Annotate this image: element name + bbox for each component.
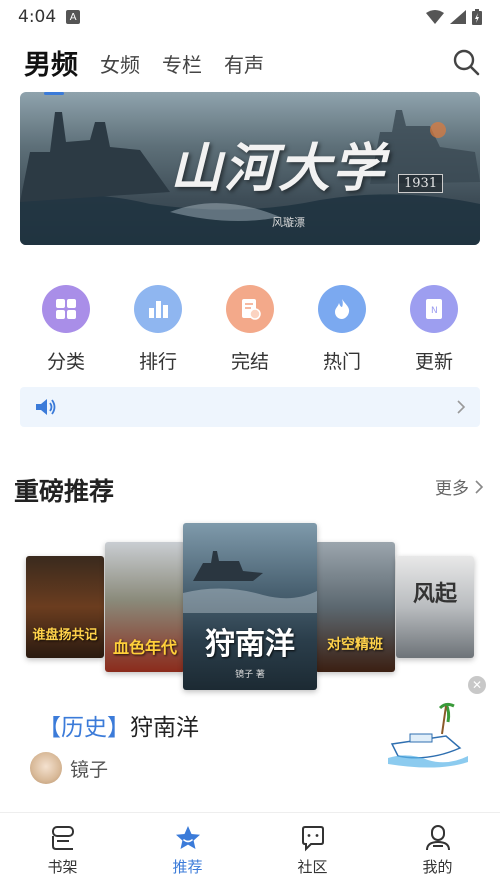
status-time: 4:04 <box>18 7 57 27</box>
book-cover[interactable]: 谁盘扬共记 <box>26 556 104 658</box>
nav-recommend[interactable]: 推荐 <box>125 813 250 888</box>
book-cover[interactable]: 风起 <box>396 556 474 658</box>
category-finished[interactable]: 完结 <box>204 285 296 374</box>
book-carousel: 谁盘扬共记 血色年代 狩南洋 镜子 著 对空精班 风起 <box>0 520 500 695</box>
cover-title: 狩南洋 <box>205 627 295 662</box>
book-cover[interactable]: 狩南洋 镜子 著 <box>183 523 317 690</box>
category-label: 完结 <box>230 351 269 373</box>
featured-book-title[interactable]: 【历史】狩南洋 <box>38 708 199 742</box>
avatar <box>30 752 62 784</box>
grid-icon <box>42 285 90 333</box>
more-label: 更多 <box>435 479 469 499</box>
promo-banner[interactable]: 山河大学 1931 风璇漂 <box>20 92 480 245</box>
category-row: 分类 排行 完结 热门 N 更新 <box>20 285 480 374</box>
tab-audio[interactable]: 有声 <box>224 49 264 84</box>
category-classify[interactable]: 分类 <box>20 285 112 374</box>
bookshelf-icon <box>51 826 74 850</box>
nav-label: 我的 <box>422 858 453 876</box>
status-bar: 4:04 A <box>0 0 500 34</box>
book-cover[interactable]: 对空精班 <box>315 542 395 672</box>
bar-chart-icon <box>134 285 182 333</box>
nav-label: 书架 <box>47 858 78 876</box>
tab-female[interactable]: 女频 <box>100 49 140 84</box>
featured-title-text: 狩南洋 <box>130 715 199 741</box>
section-title: 重磅推荐 <box>14 477 115 506</box>
nav-community[interactable]: 社区 <box>250 813 375 888</box>
star-icon <box>175 826 200 849</box>
category-label: 排行 <box>138 351 177 373</box>
nav-bookshelf[interactable]: 书架 <box>0 813 125 888</box>
cover-title: 血色年代 <box>112 638 177 657</box>
close-icon[interactable]: ✕ <box>468 676 486 694</box>
more-link[interactable]: 更多 <box>435 474 484 499</box>
genre-tag: 【历史】 <box>38 715 130 741</box>
notice-bar[interactable] <box>20 387 480 427</box>
nav-label: 推荐 <box>172 858 203 876</box>
svg-text:N: N <box>431 306 438 316</box>
tab-male[interactable]: 男频 <box>24 43 78 84</box>
signal-icon <box>450 10 466 24</box>
category-label: 分类 <box>46 351 85 373</box>
battery-icon <box>472 9 482 25</box>
banner-title: 山河大学 <box>170 138 387 199</box>
banner-year: 1931 <box>398 174 444 193</box>
person-icon <box>425 825 450 851</box>
nav-mine[interactable]: 我的 <box>375 813 500 888</box>
cover-title: 风起 <box>412 581 457 607</box>
chevron-right-icon <box>457 400 466 414</box>
category-update[interactable]: N 更新 <box>388 285 480 374</box>
document-check-icon <box>226 285 274 333</box>
category-label: 热门 <box>322 351 361 373</box>
banner-author: 风璇漂 <box>272 216 305 229</box>
book-cover[interactable]: 血色年代 <box>105 542 185 672</box>
cover-title: 谁盘扬共记 <box>32 628 98 643</box>
cover-title: 对空精班 <box>327 637 383 653</box>
wifi-icon <box>426 10 444 24</box>
book-icon: N <box>410 285 458 333</box>
cruise-ship-illustration <box>388 702 468 768</box>
author-row[interactable]: 镜子 <box>30 752 108 784</box>
nav-label: 社区 <box>297 858 328 876</box>
category-hot[interactable]: 热门 <box>296 285 388 374</box>
status-indicators <box>426 9 482 25</box>
flame-icon <box>318 285 366 333</box>
cover-warship-illustration <box>183 551 317 613</box>
chat-icon <box>301 826 324 852</box>
chevron-right-icon <box>475 479 484 494</box>
author-name: 镜子 <box>70 758 109 781</box>
bottom-navigation: 书架 推荐 社区 我的 <box>0 812 500 888</box>
speaker-icon <box>36 399 56 415</box>
tab-column[interactable]: 专栏 <box>162 49 202 84</box>
search-icon <box>453 49 480 76</box>
cover-author: 镜子 著 <box>235 670 265 680</box>
category-label: 更新 <box>414 351 453 373</box>
category-ranking[interactable]: 排行 <box>112 285 204 374</box>
notification-a-icon: A <box>66 10 81 24</box>
search-button[interactable] <box>450 46 482 78</box>
channel-tabs: 男频 女频 专栏 有声 <box>24 44 264 84</box>
